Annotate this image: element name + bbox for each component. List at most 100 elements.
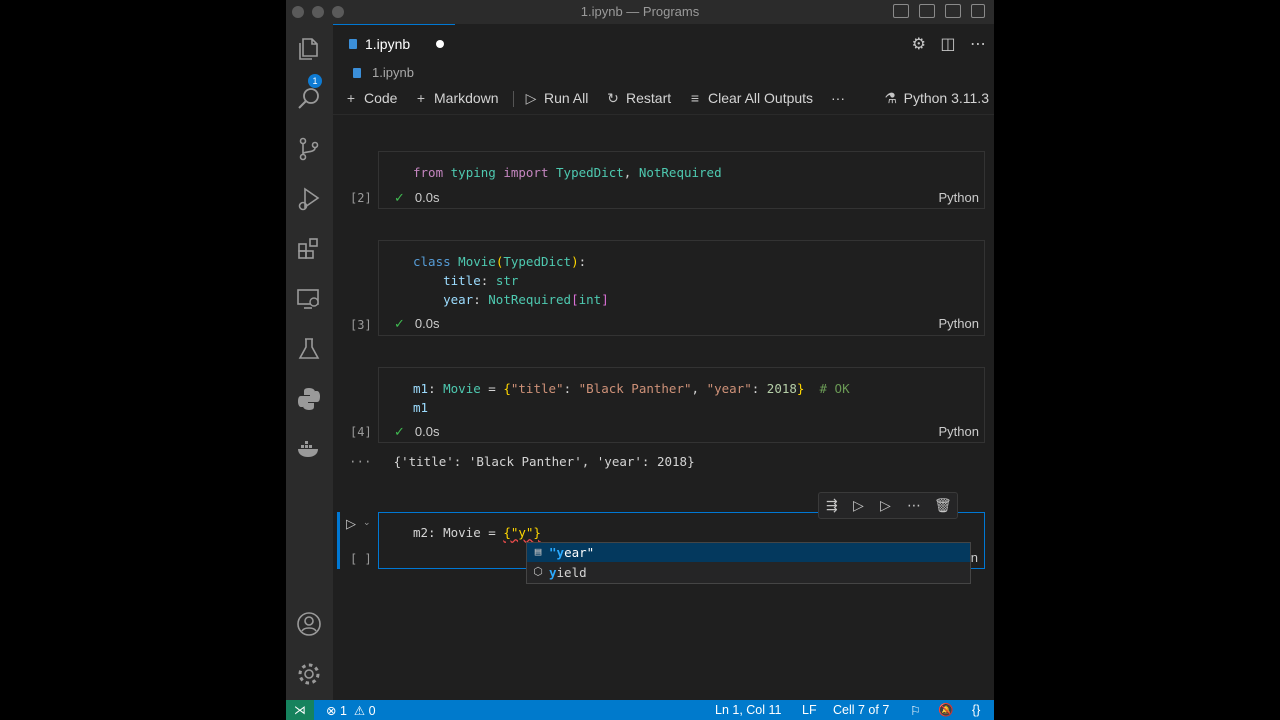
cell-code[interactable]: m1: Movie = {"title": "Black Panther", "…: [413, 379, 850, 417]
testing-icon[interactable]: [296, 336, 322, 362]
run-all-label: Run All: [544, 90, 589, 106]
cell-code[interactable]: m2: Movie = {"y"}: [413, 523, 541, 542]
code-cell[interactable]: class Movie(TypedDict): title: str year:…: [378, 240, 985, 336]
extensions-icon[interactable]: [296, 236, 322, 262]
toolbar-more-label: ···: [831, 90, 845, 106]
clear-outputs-label: Clear All Outputs: [708, 90, 814, 106]
execute-above-icon[interactable]: ⇶: [826, 497, 838, 514]
output-more-icon[interactable]: ···: [349, 454, 372, 469]
source-control-icon[interactable]: [296, 136, 322, 162]
tab-actions: ⚙ ◫ ⋯: [902, 34, 986, 54]
suggestion-match: y: [549, 565, 557, 580]
accounts-icon[interactable]: [296, 611, 322, 637]
notebook-file-icon: [349, 39, 357, 49]
cell-code[interactable]: from typing import TypedDict, NotRequire…: [413, 163, 722, 182]
python-icon[interactable]: [296, 386, 322, 412]
breadcrumb-file: 1.ipynb: [372, 65, 414, 80]
run-all-button[interactable]: ▷ Run All: [523, 90, 589, 107]
execution-count: [4]: [350, 425, 372, 439]
problems-indicator[interactable]: ⊗ 1 ⚠ 0: [326, 703, 376, 718]
clear-all-outputs-button[interactable]: ≡ Clear All Outputs: [687, 90, 813, 106]
run-debug-icon[interactable]: [296, 186, 322, 212]
cell-status: ✓ 0.0s: [394, 190, 439, 206]
output-text: {'title': 'Black Panther', 'year': 2018}: [393, 454, 695, 469]
files-icon[interactable]: [296, 36, 322, 62]
suggestion-match: "y: [549, 545, 565, 560]
cell-language[interactable]: Python: [939, 316, 979, 331]
restart-icon: ↻: [607, 90, 619, 106]
breadcrumb[interactable]: 1.ipynb: [353, 65, 414, 80]
plus-icon: +: [416, 90, 426, 106]
error-icon: ⊗: [326, 704, 337, 718]
cell-status: ✓ 0.0s: [394, 316, 439, 332]
add-code-label: Code: [364, 90, 398, 106]
run-cell-icon[interactable]: ▷: [346, 516, 356, 532]
unsaved-dot-icon[interactable]: [436, 40, 444, 48]
toolbar-divider: [333, 114, 994, 115]
breadcrumb-file-icon: [353, 68, 361, 78]
suggestion-item[interactable]: ⬡ yield: [527, 563, 970, 582]
execute-and-below-icon[interactable]: ▷: [880, 497, 891, 514]
success-check-icon: ✓: [394, 424, 405, 439]
remote-indicator-icon[interactable]: ⋊: [286, 700, 314, 720]
more-actions-icon[interactable]: ⋯: [970, 36, 986, 53]
kernel-icon: ⚗: [884, 90, 897, 106]
cell-indicator[interactable]: Cell 7 of 7: [833, 703, 889, 717]
exec-time: 0.0s: [414, 424, 440, 439]
customize-layout-icon[interactable]: [971, 4, 985, 18]
status-bar: ⋊ ⊗ 1 ⚠ 0 Ln 1, Col 11 LF Cell 7 of 7 ⚐ …: [286, 700, 994, 720]
cell-language[interactable]: Python: [939, 190, 979, 205]
notebook-toolbar: + Code + Markdown ▷ Run All ↻ Restart ≡ Clear…: [333, 86, 994, 112]
kernel-label: Python 3.11.3: [903, 90, 989, 106]
exec-time: 0.0s: [414, 316, 440, 331]
cursor-position[interactable]: Ln 1, Col 11: [715, 703, 781, 717]
cell-code[interactable]: class Movie(TypedDict): title: str year:…: [413, 252, 609, 309]
remote-explorer-icon[interactable]: [296, 286, 322, 312]
split-editor-icon[interactable]: ◫: [940, 36, 955, 53]
tab-bar: 1.ipynb ⚙ ◫ ⋯: [333, 24, 994, 62]
toggle-sidebar-icon[interactable]: [893, 4, 909, 18]
notebook-settings-gear-icon[interactable]: ⚙: [912, 36, 926, 53]
restart-button[interactable]: ↻ Restart: [605, 90, 671, 107]
toggle-secondary-sidebar-icon[interactable]: [945, 4, 961, 18]
toggle-panel-icon[interactable]: [919, 4, 935, 18]
eol-indicator[interactable]: LF: [802, 703, 817, 717]
cell-more-icon[interactable]: ⋯: [907, 497, 921, 514]
cell-output: ··· {'title': 'Black Panther', 'year': 20…: [349, 454, 695, 469]
cell-language[interactable]: Python: [939, 424, 979, 439]
delete-cell-icon[interactable]: 🗑: [934, 497, 952, 514]
keyword-icon: ⬡: [533, 565, 543, 578]
docker-icon[interactable]: [296, 436, 322, 462]
suggestion-rest: ear": [564, 545, 595, 560]
kernel-picker[interactable]: ⚗ Python 3.11.3: [883, 90, 989, 107]
code-prefix: m2: Movie =: [413, 525, 504, 540]
vscode-window: 1.ipynb — Programs 1 1.ipynb ⚙ ◫ ⋯ 1.ipy…: [286, 0, 994, 720]
search-icon[interactable]: [296, 86, 322, 112]
suggestion-item[interactable]: ▤ "year": [527, 543, 970, 562]
plus-icon: +: [346, 90, 356, 106]
run-options-chevron-icon[interactable]: ⌄: [363, 517, 371, 528]
add-code-cell-button[interactable]: + Code: [343, 90, 398, 106]
clear-outputs-icon: ≡: [690, 90, 700, 106]
success-check-icon: ✓: [394, 316, 405, 331]
cell-focus-indicator: [337, 512, 340, 569]
toolbar-more-button[interactable]: ···: [831, 90, 845, 106]
manage-gear-icon[interactable]: [296, 661, 322, 687]
language-braces[interactable]: {}: [972, 703, 980, 717]
execution-count: [ ]: [350, 552, 372, 566]
code-cell[interactable]: m1: Movie = {"title": "Black Panther", "…: [378, 367, 985, 443]
warning-count: 0: [368, 704, 376, 718]
add-markdown-cell-button[interactable]: + Markdown: [413, 90, 499, 106]
run-all-icon: ▷: [525, 90, 537, 106]
toolbar-separator: [513, 91, 514, 107]
suggestion-rest: ield: [556, 565, 587, 580]
tab-notebook[interactable]: 1.ipynb: [333, 24, 455, 62]
execute-below-icon[interactable]: ▷: [853, 497, 864, 514]
code-typed: {"y"}: [503, 525, 541, 540]
code-cell[interactable]: from typing import TypedDict, NotRequire…: [378, 151, 985, 209]
cell-language-partial[interactable]: n: [971, 550, 978, 565]
execution-count: [3]: [350, 318, 372, 332]
success-check-icon: ✓: [394, 190, 405, 205]
notifications-off-icon[interactable]: 🔕: [938, 703, 954, 718]
feedback-icon[interactable]: ⚐: [910, 703, 921, 718]
